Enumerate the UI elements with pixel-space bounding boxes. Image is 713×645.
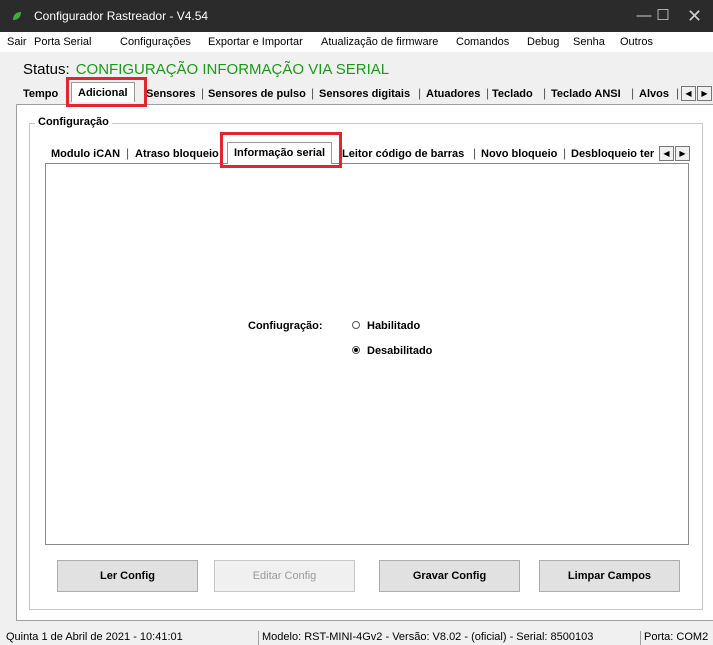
radio-habilitado-label: Habilitado	[367, 320, 421, 332]
subtab-modulo-ican[interactable]: Modulo iCAN	[51, 148, 120, 160]
tab-tempo[interactable]: Tempo	[23, 88, 58, 100]
menu-comandos[interactable]: Comandos	[456, 36, 509, 48]
radio-indicator[interactable]	[352, 321, 360, 330]
status-datetime: Quinta 1 de Abril de 2021 - 10:41:01	[6, 631, 183, 643]
status-bar: Quinta 1 de Abril de 2021 - 10:41:01 Mod…	[0, 627, 713, 645]
title-bar: Configurador Rastreador - V4.54 — ☐ ✕	[0, 0, 713, 32]
radio-habilitado[interactable]: Habilitado	[352, 320, 420, 332]
groupbox-title: Configuração	[35, 116, 112, 128]
menu-bar: Sair Porta Serial Configurações Exportar…	[0, 32, 713, 52]
subtab-desbloqueio[interactable]: Desbloqueio ter	[571, 148, 659, 160]
tab-separator: |	[486, 86, 490, 100]
arrow-left-icon[interactable]: ◀	[681, 86, 696, 101]
menu-configuracoes[interactable]: Configurações	[120, 36, 191, 48]
tab-separator: |	[311, 86, 315, 100]
window-title: Configurador Rastreador - V4.54	[34, 9, 209, 23]
tab-separator: |	[201, 86, 205, 100]
maximize-button[interactable]: ☐	[650, 0, 676, 32]
leaf-icon	[13, 12, 21, 20]
tab-separator: |	[126, 146, 130, 160]
menu-sair[interactable]: Sair	[7, 36, 27, 48]
menu-exportar-importar[interactable]: Exportar e Importar	[208, 36, 303, 48]
subtab-leitor-codigo-barras[interactable]: Leitor código de barras	[342, 148, 464, 160]
clear-fields-button[interactable]: Limpar Campos	[539, 560, 680, 592]
close-button[interactable]: ✕	[676, 0, 713, 32]
menu-outros[interactable]: Outros	[620, 36, 653, 48]
tab-teclado-ansi[interactable]: Teclado ANSI	[551, 88, 621, 100]
tab-separator: |	[543, 86, 547, 100]
arrow-right-icon[interactable]: ▶	[675, 146, 690, 161]
tab-sensores-de-pulso[interactable]: Sensores de pulso	[208, 88, 306, 100]
tab-sensores-digitais[interactable]: Sensores digitais	[319, 88, 410, 100]
tab-atuadores[interactable]: Atuadores	[426, 88, 480, 100]
read-config-button[interactable]: Ler Config	[57, 560, 198, 592]
tab-separator: |	[676, 86, 680, 100]
configuracao-label: Confiugração:	[248, 320, 323, 332]
arrow-left-icon[interactable]: ◀	[659, 146, 674, 161]
subtab-novo-bloqueio[interactable]: Novo bloqueio	[481, 148, 557, 160]
arrow-right-icon[interactable]: ▶	[697, 86, 712, 101]
status-port: Porta: COM2	[640, 631, 708, 645]
tab-separator: |	[563, 146, 567, 160]
write-config-button[interactable]: Gravar Config	[379, 560, 520, 592]
tab-teclado[interactable]: Teclado	[492, 88, 533, 100]
status-line: Status: CONFIGURAÇÃO INFORMAÇÃO VIA SERIA…	[23, 61, 389, 78]
status-device-info: Modelo: RST-MINI-4Gv2 - Versão: V8.02 - …	[258, 631, 593, 645]
menu-atualizacao-firmware[interactable]: Atualização de firmware	[321, 36, 438, 48]
subtab-atraso-bloqueio[interactable]: Atraso bloqueio	[135, 148, 220, 160]
tab-separator: |	[631, 86, 635, 100]
highlight-box	[220, 132, 342, 168]
highlight-box	[66, 77, 147, 107]
tab-separator: |	[418, 86, 422, 100]
status-value: CONFIGURAÇÃO INFORMAÇÃO VIA SERIAL	[75, 61, 390, 78]
menu-debug[interactable]: Debug	[527, 36, 559, 48]
radio-desabilitado[interactable]: Desabilitado	[352, 345, 432, 357]
radio-desabilitado-label: Desabilitado	[367, 345, 433, 357]
tab-separator: |	[473, 146, 477, 160]
menu-senha[interactable]: Senha	[573, 36, 605, 48]
edit-config-button[interactable]: Editar Config	[214, 560, 355, 592]
menu-porta-serial[interactable]: Porta Serial	[34, 36, 91, 48]
tab-sensores[interactable]: Sensores	[146, 88, 196, 100]
tab-alvos[interactable]: Alvos	[639, 88, 669, 100]
radio-indicator[interactable]	[352, 346, 360, 355]
status-label: Status:	[23, 61, 70, 78]
